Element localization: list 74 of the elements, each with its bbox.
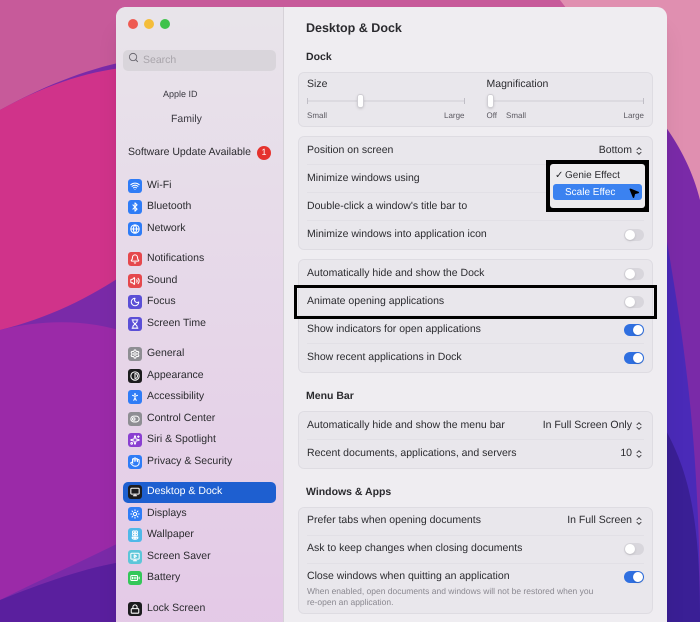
sidebar-item[interactable]: Screen Saver: [123, 546, 276, 568]
setting-label: Show recent applications in Dock: [307, 350, 462, 366]
sidebar-item[interactable]: Wi-Fi: [123, 175, 276, 196]
account-label[interactable]: Family: [163, 112, 276, 128]
toggle-switch[interactable]: [624, 268, 644, 280]
setting-label: Close windows when quitting an application: [307, 568, 510, 584]
slider-track[interactable]: [486, 94, 644, 108]
sidebar-item[interactable]: Accessibility: [123, 386, 276, 408]
sidebar-item[interactable]: Appearance: [123, 365, 276, 386]
updown-icon: [634, 420, 644, 430]
slider-mark: Small: [506, 110, 526, 122]
slider-label: Size: [307, 76, 328, 92]
setting-label: Show indicators for open applications: [307, 322, 481, 337]
toggle-switch[interactable]: [624, 543, 644, 556]
sidebar-item[interactable]: Sound: [123, 270, 276, 292]
setting-label: Animate opening applications: [307, 294, 444, 309]
toggle-switch[interactable]: [624, 229, 644, 242]
sidebar-item[interactable]: Privacy & Security: [123, 451, 276, 472]
popup-menu[interactable]: In Full Screen Only: [542, 418, 644, 434]
updown-icon: [634, 146, 644, 156]
popup-menu[interactable]: 10: [620, 446, 644, 462]
setting-label: Minimize windows into application icon: [307, 227, 487, 242]
setting-label: Ask to keep changes when closing documents: [307, 541, 522, 556]
account-label[interactable]: Apple ID: [163, 88, 276, 102]
cursor-icon: [628, 187, 640, 199]
section-heading: Dock: [305, 50, 333, 65]
menu-option[interactable]: Scale Effec: [553, 184, 642, 200]
minimize-button[interactable]: [144, 19, 154, 29]
popup-menu[interactable]: Bottom: [598, 142, 644, 159]
setting-note: When enabled, open documents and windows will not be restored when you re-open an application.: [307, 586, 594, 608]
slider-label: Magnification: [486, 76, 550, 92]
page-title: Desktop & Dock: [305, 20, 403, 37]
menu-option[interactable]: ✓ Genie Effect: [553, 167, 642, 183]
setting-label: Double-click a window's title bar to: [307, 198, 468, 214]
slider-mark: Off: [486, 110, 498, 122]
slider-track[interactable]: [307, 94, 464, 108]
search-icon: [128, 52, 139, 63]
sidebar-item[interactable]: Focus: [123, 292, 276, 313]
sidebar-item[interactable]: General: [123, 344, 276, 365]
updown-icon: [634, 516, 644, 526]
setting-label: Minimize windows using: [307, 170, 420, 186]
toggle-switch[interactable]: [624, 324, 644, 336]
sidebar-item[interactable]: Screen Time: [123, 313, 276, 334]
sidebar-item[interactable]: Siri & Spotlight: [123, 430, 276, 451]
update-link[interactable]: Software Update Available: [128, 145, 251, 161]
sidebar-item[interactable]: Network: [123, 218, 276, 240]
slider-mark: Small: [307, 110, 328, 122]
slider-thumb[interactable]: [356, 94, 364, 108]
section-heading: Menu Bar: [305, 389, 355, 404]
section-heading: Windows & Apps: [305, 485, 392, 500]
sidebar-item[interactable]: Control Center: [123, 408, 276, 430]
sidebar-item[interactable]: Notifications: [123, 248, 276, 270]
setting-label: Prefer tabs when opening documents: [307, 513, 481, 528]
sidebar-item[interactable]: Battery: [123, 568, 276, 589]
notification-badge: 1: [257, 146, 271, 160]
setting-label: Recent documents, applications, and servers: [307, 446, 517, 462]
slider-mark: Large: [624, 110, 644, 122]
setting-label: Position on screen: [307, 142, 394, 158]
setting-label: Automatically hide and show the menu bar: [307, 418, 505, 433]
updown-icon: [634, 449, 644, 459]
sidebar-item[interactable]: Bluetooth: [123, 196, 276, 218]
popup-menu[interactable]: In Full Screen: [567, 513, 644, 530]
close-button[interactable]: [128, 19, 138, 29]
slider-mark: Large: [444, 110, 464, 122]
toggle-switch[interactable]: [624, 352, 644, 364]
toggle-switch[interactable]: [624, 296, 644, 308]
toggle-switch[interactable]: [624, 570, 644, 583]
sidebar-item[interactable]: Wallpaper: [123, 524, 276, 546]
zoom-button[interactable]: [160, 19, 170, 29]
sidebar-item[interactable]: Desktop & Dock: [123, 482, 276, 503]
sidebar-item[interactable]: Displays: [123, 503, 276, 524]
setting-label: Automatically hide and show the Dock: [307, 266, 484, 281]
sidebar-item[interactable]: Lock Screen: [123, 598, 276, 620]
slider-thumb[interactable]: [486, 94, 494, 108]
